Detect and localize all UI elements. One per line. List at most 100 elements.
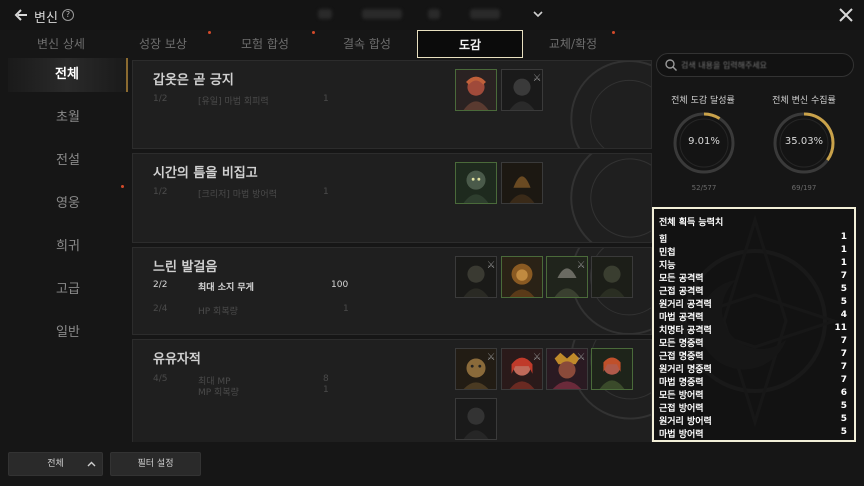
sidebar-item-all[interactable]: 전체 — [8, 58, 128, 92]
tab-label: 결속 합성 — [343, 37, 391, 51]
tab-label: 도감 — [458, 38, 482, 52]
ability-name: 원거리 방어력 — [659, 417, 712, 427]
transform-rate-value: 35.03% — [784, 136, 824, 147]
search-box[interactable] — [656, 53, 854, 77]
ability-row: 근접 방어력 5 — [659, 401, 849, 414]
blurred-server-icon — [318, 9, 332, 19]
bonus-name: [유일] 마법 회피력 — [198, 97, 269, 107]
ability-value: 5 — [840, 401, 847, 411]
transform-portrait[interactable] — [501, 162, 543, 204]
tab-codex[interactable]: 도감 — [417, 30, 523, 58]
swap-icon: ⚔ — [576, 260, 586, 271]
sidebar-item-heroic[interactable]: 영웅 — [8, 187, 128, 221]
ability-value: 7 — [840, 336, 847, 346]
tab-bond-synthesis[interactable]: 결속 합성 — [322, 30, 412, 58]
sidebar-item-common[interactable]: 일반 — [8, 316, 128, 350]
close-icon[interactable] — [838, 7, 854, 23]
ability-name: 근접 명중력 — [659, 352, 704, 362]
ability-name: 모든 방어력 — [659, 391, 704, 401]
ability-name: 모든 공격력 — [659, 274, 704, 284]
ability-name: 원거리 공격력 — [659, 300, 712, 310]
transform-portrait[interactable] — [455, 162, 497, 204]
ability-row: 민첩 1 — [659, 245, 849, 258]
chevron-up-icon — [87, 461, 96, 467]
collection-title: 느린 발걸음 — [153, 260, 218, 275]
notification-dot — [208, 31, 211, 34]
sidebar-item-transcendent[interactable]: 초월 — [8, 101, 128, 135]
ability-row: 원거리 명중력 7 — [659, 362, 849, 375]
page-title: 변신 — [34, 11, 58, 26]
ability-row: 모든 공격력 7 — [659, 271, 849, 284]
sidebar-item-legendary[interactable]: 전설 — [8, 144, 128, 178]
transform-portrait[interactable] — [455, 398, 497, 440]
bonus-progress: 1/2 — [153, 94, 168, 104]
ability-row: 마법 방어력 5 — [659, 427, 849, 440]
bonus-name: 최대 소지 무게 — [198, 283, 254, 293]
ability-value: 5 — [840, 284, 847, 294]
ability-row: 근접 공격력 5 — [659, 284, 849, 297]
ability-value: 7 — [840, 349, 847, 359]
ability-value: 5 — [840, 414, 847, 424]
collection-count: 52/577 — [691, 184, 717, 192]
ability-row: 치명타 공격력 11 — [659, 323, 849, 336]
collection-rate-label: 전체 도감 달성률 — [671, 96, 735, 106]
chevron-down-icon[interactable] — [532, 8, 544, 20]
transform-portrait[interactable] — [591, 348, 633, 390]
collection-card[interactable]: 유유자적 4/5 최대 MP 8 MP 회복량 1 ⚔ ⚔ ⚔ — [132, 339, 652, 442]
total-abilities-panel: 전체 획득 능력치 힘 1 민첩 1 지능 1 모든 공격력 7 근접 공격력 5 원거리 공격력 5… — [652, 207, 856, 442]
search-icon — [665, 59, 677, 71]
ability-value: 1 — [840, 245, 847, 255]
transform-portrait[interactable] — [591, 256, 633, 298]
top-bar: 변신 ? — [0, 0, 864, 30]
collection-card[interactable]: 시간의 틈을 비집고 1/2 [크리저] 마법 방어력 1 — [132, 153, 652, 243]
transform-portrait[interactable] — [455, 69, 497, 111]
transform-portrait[interactable] — [501, 256, 543, 298]
ability-row: 근접 명중력 7 — [659, 349, 849, 362]
bonus-name: [크리저] 마법 방어력 — [198, 190, 277, 200]
ability-name: 치명타 공격력 — [659, 326, 712, 336]
sidebar-item-advanced[interactable]: 고급 — [8, 273, 128, 307]
ability-name: 마법 방어력 — [659, 430, 704, 440]
collection-card[interactable]: 갑옷은 곧 긍지 1/2 [유일] 마법 회피력 1 ⚔ — [132, 60, 652, 149]
tab-adventure-synthesis[interactable]: 모험 합성 — [220, 30, 315, 58]
tab-swap-confirm[interactable]: 교체/확정 — [528, 30, 618, 58]
help-icon[interactable]: ? — [62, 9, 74, 21]
notification-dot — [312, 31, 315, 34]
ability-value: 11 — [834, 323, 847, 333]
ability-row: 원거리 방어력 5 — [659, 414, 849, 427]
collection-list[interactable]: 갑옷은 곧 긍지 1/2 [유일] 마법 회피력 1 ⚔ 시간의 틈을 비집고 … — [132, 58, 652, 442]
notification-dot — [121, 185, 124, 188]
swap-icon: ⚔ — [486, 352, 496, 363]
swap-icon: ⚔ — [532, 352, 542, 363]
blurred-character-icon — [428, 9, 440, 19]
ability-value: 1 — [840, 232, 847, 242]
swap-icon: ⚔ — [532, 73, 542, 84]
ability-value: 6 — [840, 388, 847, 398]
ability-name: 민첩 — [659, 248, 676, 258]
bonus-progress: 4/5 — [153, 374, 168, 384]
tab-label: 성장 보상 — [139, 37, 187, 51]
ability-row: 마법 명중력 7 — [659, 375, 849, 388]
tab-label: 모험 합성 — [241, 37, 289, 51]
collection-rate-value: 9.01% — [688, 136, 720, 147]
search-input[interactable] — [681, 57, 849, 73]
sidebar-item-rare[interactable]: 희귀 — [8, 230, 128, 264]
bonus-value: 1 — [323, 187, 329, 197]
bonus-name: MP 회복량 — [198, 388, 239, 398]
back-arrow-icon[interactable] — [12, 7, 28, 23]
tab-label: 변신 상세 — [37, 37, 85, 51]
ability-value: 7 — [840, 375, 847, 385]
grade-dropdown-button[interactable]: 전체 — [8, 452, 103, 476]
ability-row: 모든 방어력 6 — [659, 388, 849, 401]
collection-card[interactable]: 느린 발걸음 2/2 최대 소지 무게 100 2/4 HP 회복량 1 ⚔ ⚔ — [132, 247, 652, 335]
collection-title: 시간의 틈을 비집고 — [153, 166, 258, 181]
tab-transform-detail[interactable]: 변신 상세 — [16, 30, 106, 58]
grade-sidebar: 전체 초월 전설 영웅 희귀 고급 일반 — [8, 58, 128, 442]
ability-name: 모든 명중력 — [659, 339, 704, 349]
ability-name: 지능 — [659, 261, 676, 271]
ability-row: 마법 공격력 4 — [659, 310, 849, 323]
ability-name: 근접 공격력 — [659, 287, 704, 297]
tab-growth-reward[interactable]: 성장 보상 — [118, 30, 211, 58]
filter-settings-button[interactable]: 필터 설정 — [110, 452, 201, 476]
blurred-character-name — [470, 9, 500, 19]
